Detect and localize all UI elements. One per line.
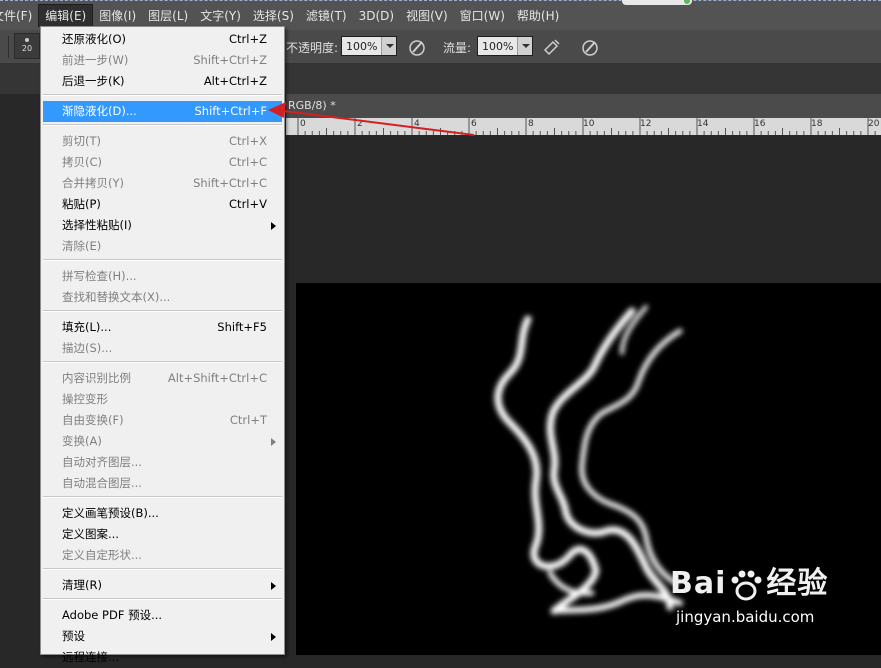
- opacity-label: 不透明度:: [286, 41, 339, 55]
- horizontal-ruler[interactable]: 0 2 4 6 8 10 12 14 16 18 20: [286, 118, 881, 136]
- ruler-label: 12: [640, 119, 652, 129]
- window-tab-tip: [622, 0, 692, 5]
- menu-item-define-pattern[interactable]: 定义图案...: [43, 524, 282, 545]
- menu-item-copy-merged[interactable]: 合并拷贝(Y) Shift+Ctrl+C: [43, 173, 282, 194]
- menu-file[interactable]: 文件(F): [0, 5, 38, 27]
- watermark-logo-text: Bai: [670, 566, 727, 601]
- document-tab[interactable]: RGB/8) *: [286, 94, 881, 118]
- ruler-label: 4: [414, 119, 420, 129]
- menu-select[interactable]: 选择(S): [247, 5, 300, 27]
- menu-layer[interactable]: 图层(L): [142, 5, 194, 27]
- menu-separator: [43, 124, 282, 126]
- ruler-label: 6: [471, 119, 477, 129]
- submenu-arrow-icon: [271, 633, 276, 641]
- ruler-label: 18: [811, 119, 823, 129]
- menu-item-define-brush-preset[interactable]: 定义画笔预设(B)...: [43, 503, 282, 524]
- menu-item-content-aware-scale[interactable]: 内容识别比例 Alt+Shift+Ctrl+C: [43, 368, 282, 389]
- watermark-logo: Bai 经验: [670, 558, 828, 602]
- opacity-field[interactable]: 100%: [341, 36, 397, 56]
- menu-item-purge[interactable]: 清理(R): [43, 575, 282, 596]
- menu-item-remote-connections[interactable]: 远程连接...: [43, 647, 282, 668]
- menu-item-step-backward[interactable]: 后退一步(K) Alt+Ctrl+Z: [43, 71, 282, 92]
- menu-item-define-custom-shape[interactable]: 定义自定形状...: [43, 545, 282, 566]
- menu-item-paste[interactable]: 粘贴(P) Ctrl+V: [43, 194, 282, 215]
- menu-item-step-forward[interactable]: 前进一步(W) Shift+Ctrl+Z: [43, 50, 282, 71]
- ruler-label: 0: [300, 119, 306, 129]
- menu-item-stroke[interactable]: 描边(S)...: [43, 338, 282, 359]
- submenu-arrow-icon: [271, 438, 276, 446]
- ruler-label: 20: [868, 119, 880, 129]
- menu-separator: [43, 310, 282, 312]
- ruler-label: 8: [528, 119, 534, 129]
- options-separator: [8, 36, 9, 58]
- menu-separator: [43, 361, 282, 363]
- menu-item-adobe-pdf-presets[interactable]: Adobe PDF 预设...: [43, 605, 282, 626]
- menu-item-paste-special[interactable]: 选择性粘贴(I): [43, 215, 282, 236]
- menu-item-fill[interactable]: 填充(L)... Shift+F5: [43, 317, 282, 338]
- menu-separator: [43, 94, 282, 96]
- menu-3d[interactable]: 3D(D): [353, 5, 400, 27]
- menu-edit[interactable]: 编辑(E): [38, 4, 94, 27]
- menu-separator: [43, 568, 282, 570]
- menu-item-cut[interactable]: 剪切(T) Ctrl+X: [43, 131, 282, 152]
- menu-type[interactable]: 文字(Y): [194, 5, 247, 27]
- document-tab-title[interactable]: RGB/8) *: [288, 99, 336, 112]
- ruler-label: 16: [754, 119, 766, 129]
- menu-separator: [43, 598, 282, 600]
- brush-tip-icon: [25, 38, 29, 42]
- baidu-paw-icon: [731, 570, 762, 600]
- status-dot-icon: [684, 0, 690, 4]
- menu-item-transform[interactable]: 变换(A): [43, 431, 282, 452]
- menu-view[interactable]: 视图(V): [400, 5, 454, 27]
- menu-item-auto-blend-layers[interactable]: 自动混合图层...: [43, 473, 282, 494]
- watermark-logo-suffix: 经验: [766, 566, 829, 601]
- menu-filter[interactable]: 滤镜(T): [300, 5, 353, 27]
- flow-dropdown-icon[interactable]: [517, 37, 532, 55]
- brush-preset-picker[interactable]: 20: [14, 33, 40, 59]
- opacity-value[interactable]: 100%: [342, 40, 381, 53]
- edit-menu-dropdown: 还原液化(O) Ctrl+Z 前进一步(W) Shift+Ctrl+Z 后退一步(K…: [40, 26, 285, 664]
- menu-item-auto-align-layers[interactable]: 自动对齐图层...: [43, 452, 282, 473]
- submenu-arrow-icon: [271, 222, 276, 230]
- brush-size-label: 20: [21, 44, 33, 53]
- baidu-jingyan-watermark: Bai 经验 jingyan.baidu.com: [670, 558, 828, 626]
- menu-item-undo-liquify[interactable]: 还原液化(O) Ctrl+Z: [43, 29, 282, 50]
- menu-item-find-replace[interactable]: 查找和替换文本(X)...: [43, 287, 282, 308]
- pressure-opacity-icon[interactable]: [407, 37, 427, 57]
- flow-value[interactable]: 100%: [478, 40, 517, 53]
- flow-field[interactable]: 100%: [477, 36, 533, 56]
- menu-item-clear[interactable]: 清除(E): [43, 236, 282, 257]
- pressure-size-icon[interactable]: [580, 37, 600, 57]
- menu-item-free-transform[interactable]: 自由变换(F) Ctrl+T: [43, 410, 282, 431]
- ruler-label: 2: [357, 119, 363, 129]
- menu-item-copy[interactable]: 拷贝(C) Ctrl+C: [43, 152, 282, 173]
- flow-label: 流量:: [443, 41, 472, 55]
- menu-item-spell-check[interactable]: 拼写检查(H)...: [43, 266, 282, 287]
- submenu-arrow-icon: [271, 582, 276, 590]
- menu-image[interactable]: 图像(I): [93, 5, 142, 27]
- ruler-label: 14: [697, 119, 709, 129]
- menu-help[interactable]: 帮助(H): [511, 5, 565, 27]
- menu-separator: [43, 259, 282, 261]
- ruler-label: 10: [583, 119, 595, 129]
- airbrush-icon[interactable]: [542, 37, 562, 57]
- menu-item-presets[interactable]: 预设: [43, 626, 282, 647]
- menu-item-puppet-warp[interactable]: 操控变形: [43, 389, 282, 410]
- menu-item-fade-liquify[interactable]: 渐隐液化(D)... Shift+Ctrl+F: [43, 101, 282, 122]
- menu-window[interactable]: 窗口(W): [454, 5, 511, 27]
- menu-separator: [43, 496, 282, 498]
- watermark-url: jingyan.baidu.com: [676, 608, 815, 626]
- opacity-dropdown-icon[interactable]: [381, 37, 396, 55]
